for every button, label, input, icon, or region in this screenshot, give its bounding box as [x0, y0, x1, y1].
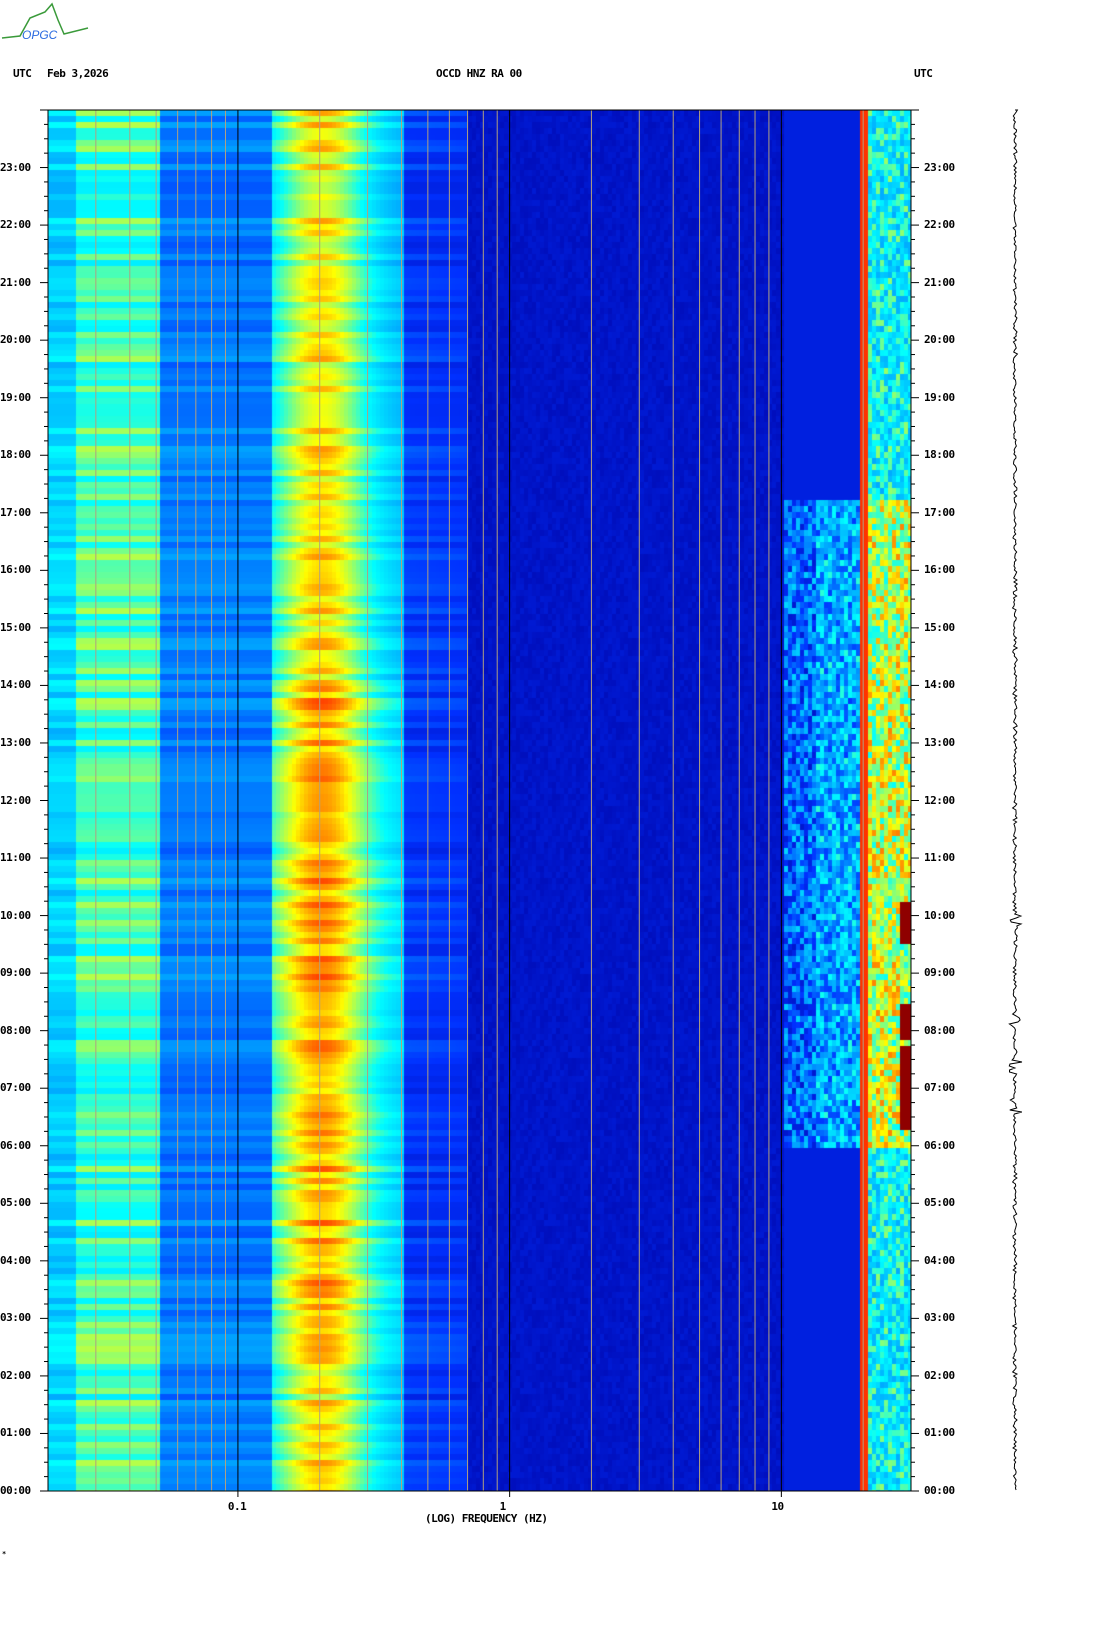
y-tick-label: 02:00	[0, 1368, 31, 1382]
y-tick-label: 06:00	[0, 1138, 31, 1152]
y-tick-label: 18:00	[924, 448, 955, 462]
y-tick-label: 04:00	[924, 1253, 955, 1267]
y-tick-label: 01:00	[0, 1426, 31, 1440]
y-tick-label: 21:00	[0, 275, 31, 289]
y-tick-label: 13:00	[0, 735, 31, 749]
y-tick-label: 05:00	[924, 1196, 955, 1210]
y-tick-label: 14:00	[0, 678, 31, 692]
y-tick-label: 03:00	[924, 1311, 955, 1325]
y-tick-label: 17:00	[0, 505, 31, 519]
y-tick-label: 23:00	[924, 160, 955, 174]
y-tick-label: 16:00	[924, 563, 955, 577]
y-tick-label: 10:00	[924, 908, 955, 922]
seismogram-trace	[1008, 109, 1023, 1491]
y-tick-label: 11:00	[924, 851, 955, 865]
y-tick-label: 15:00	[924, 620, 955, 634]
x-tick-label: 10	[771, 1500, 784, 1513]
footer-mark: *	[2, 1550, 6, 1558]
y-tick-label: 16:00	[0, 563, 31, 577]
y-tick-label: 04:00	[0, 1253, 31, 1267]
y-tick-label: 22:00	[924, 218, 955, 232]
y-tick-label: 11:00	[0, 851, 31, 865]
y-tick-label: 03:00	[0, 1311, 31, 1325]
y-tick-label: 15:00	[0, 620, 31, 634]
x-axis-label: (LOG) FREQUENCY (HZ)	[425, 1512, 548, 1525]
seismogram-path	[1008, 109, 1023, 1491]
y-tick-label: 12:00	[0, 793, 31, 807]
y-tick-label: 14:00	[924, 678, 955, 692]
y-tick-label: 21:00	[924, 275, 955, 289]
y-tick-label: 09:00	[924, 966, 955, 980]
y-tick-label: 23:00	[0, 160, 31, 174]
axes-layer	[40, 109, 919, 1497]
y-tick-label: 01:00	[924, 1426, 955, 1440]
y-tick-label: 20:00	[924, 333, 955, 347]
y-tick-label: 00:00	[924, 1484, 955, 1497]
y-tick-label: 00:00	[0, 1484, 31, 1497]
x-tick-label: 0.1	[227, 1500, 247, 1513]
y-tick-label: 19:00	[924, 390, 955, 404]
y-tick-label: 02:00	[924, 1368, 955, 1382]
y-tick-label: 08:00	[0, 1023, 31, 1037]
y-tick-label: 22:00	[0, 218, 31, 232]
y-tick-label: 09:00	[0, 966, 31, 980]
y-tick-label: 07:00	[0, 1081, 31, 1095]
y-tick-label: 06:00	[924, 1138, 955, 1152]
y-tick-label: 10:00	[0, 908, 31, 922]
y-tick-label: 05:00	[0, 1196, 31, 1210]
y-tick-label: 18:00	[0, 448, 31, 462]
y-tick-label: 07:00	[924, 1081, 955, 1095]
y-tick-label: 20:00	[0, 333, 31, 347]
y-tick-label: 17:00	[924, 505, 955, 519]
y-tick-label: 13:00	[924, 735, 955, 749]
y-tick-label: 19:00	[0, 390, 31, 404]
y-tick-label: 08:00	[924, 1023, 955, 1037]
y-tick-label: 12:00	[924, 793, 955, 807]
